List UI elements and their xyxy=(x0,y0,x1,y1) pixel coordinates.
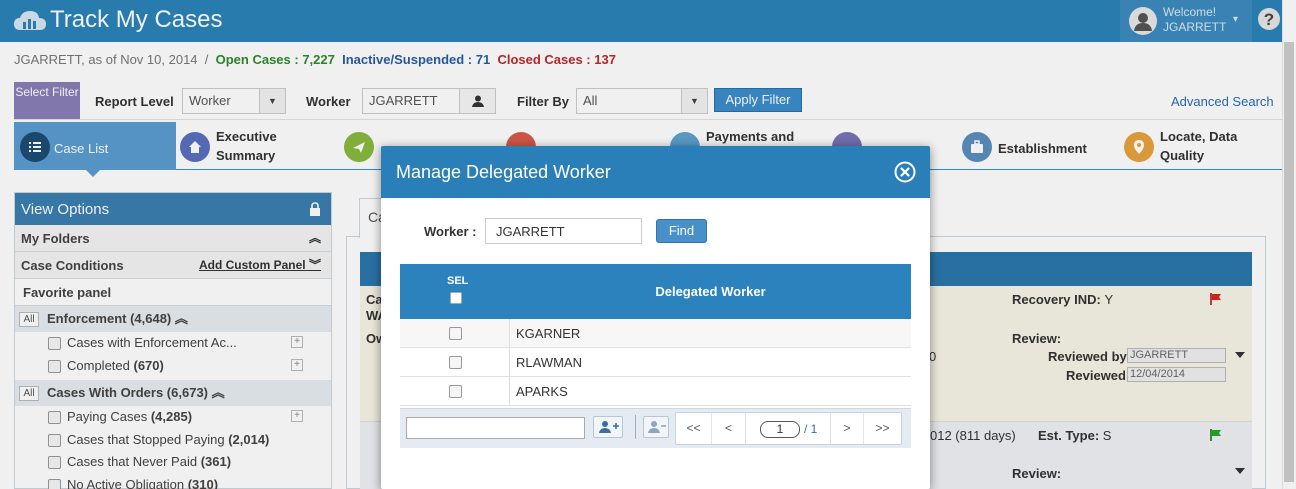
page-count: / 1 xyxy=(804,422,818,436)
delegated-worker-header: Delegated Worker xyxy=(655,284,766,299)
dialog-title: Manage Delegated Worker xyxy=(396,162,611,182)
close-icon[interactable] xyxy=(894,161,916,183)
page-number-input[interactable]: 1 xyxy=(760,421,800,438)
add-user-button[interactable] xyxy=(593,416,623,438)
worker-search-input[interactable] xyxy=(485,218,642,244)
prev-page-button[interactable]: < xyxy=(712,413,746,444)
pagination: << < 1 / 1 > >> xyxy=(675,412,902,445)
last-page-button[interactable]: >> xyxy=(864,413,901,444)
table-row[interactable]: APARKS xyxy=(400,377,911,406)
row-checkbox[interactable] xyxy=(449,385,462,398)
worker-name: RLAWMAN xyxy=(516,355,582,370)
pager-search-input[interactable] xyxy=(406,417,585,439)
remove-user-button[interactable] xyxy=(643,416,669,438)
select-all-checkbox[interactable] xyxy=(450,292,462,304)
pager-divider xyxy=(635,415,636,439)
first-page-button[interactable]: << xyxy=(676,413,712,444)
select-cell xyxy=(400,348,510,377)
worker-label: Worker : xyxy=(424,224,477,239)
select-cell xyxy=(400,377,510,406)
row-checkbox[interactable] xyxy=(449,327,462,340)
remove-user-icon xyxy=(648,421,666,433)
find-button[interactable]: Find xyxy=(656,219,707,243)
page-scrollbar-thumb[interactable] xyxy=(1284,42,1294,482)
worker-name: APARKS xyxy=(516,384,568,399)
worker-name: KGARNER xyxy=(516,326,581,341)
select-cell xyxy=(400,319,510,348)
next-page-button[interactable]: > xyxy=(830,413,864,444)
table-row[interactable]: RLAWMAN xyxy=(400,348,911,377)
row-checkbox[interactable] xyxy=(449,356,462,369)
grid-pager: << < 1 / 1 > >> xyxy=(400,408,911,448)
grid-header: SEL Delegated Worker xyxy=(400,264,911,319)
add-user-icon xyxy=(599,421,619,433)
sel-header: SEL xyxy=(447,275,469,287)
table-row[interactable]: KGARNER xyxy=(400,319,911,348)
manage-delegated-worker-dialog: Manage Delegated Worker Worker : Find SE… xyxy=(381,146,930,489)
dialog-header: Manage Delegated Worker xyxy=(381,146,930,198)
